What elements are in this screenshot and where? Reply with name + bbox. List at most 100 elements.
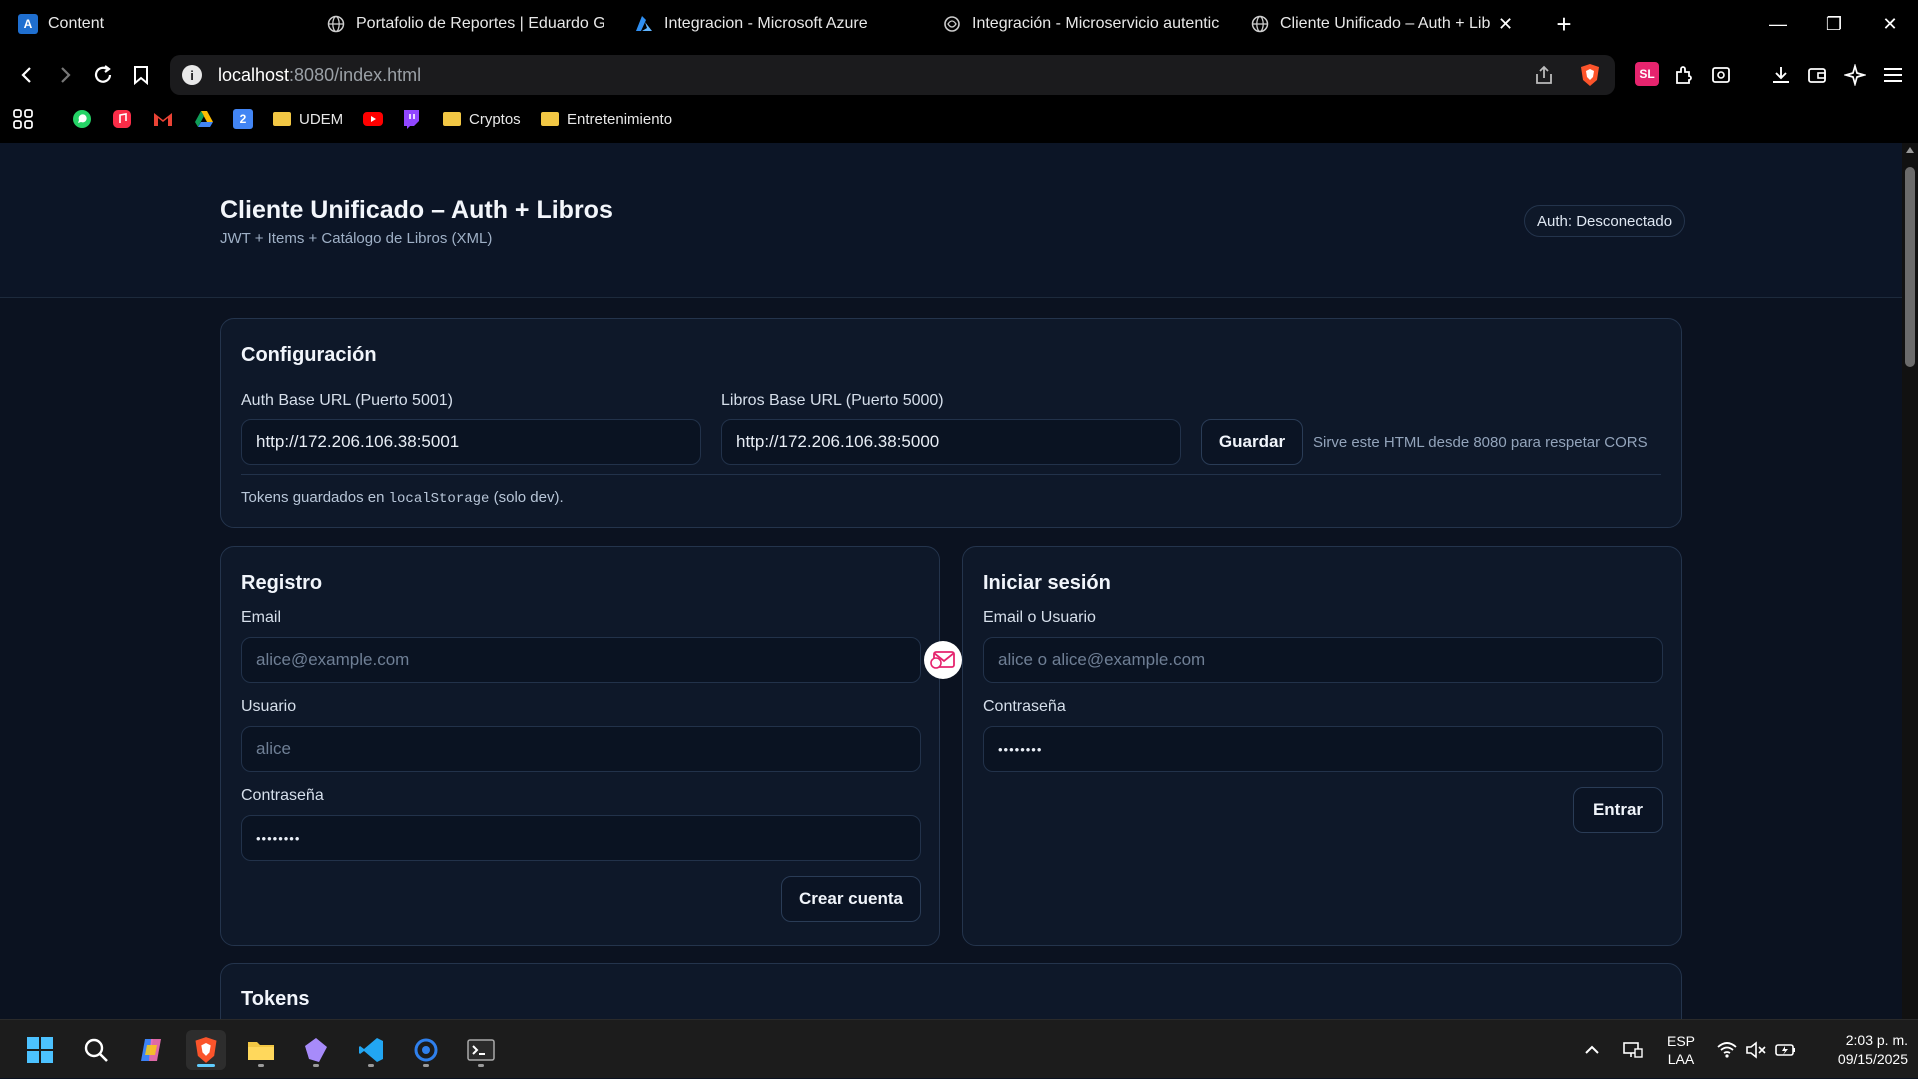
apps-grid-icon[interactable] [12, 106, 34, 132]
restore-button[interactable]: ❐ [1806, 0, 1862, 48]
address-bar-row: i localhost:8080/index.html SL [0, 50, 1918, 100]
libros-url-input[interactable]: http://172.206.106.38:5000 [721, 419, 1181, 465]
language-code: ESP [1667, 1032, 1696, 1049]
login-password-label: Contraseña [983, 698, 1066, 715]
running-indicator [423, 1064, 429, 1067]
youtube-icon[interactable] [362, 106, 384, 132]
google-drive-icon[interactable] [193, 106, 215, 132]
tab-cliente-unificado[interactable]: Cliente Unificado – Auth + Libros ✕ [1250, 0, 1526, 48]
folder-icon [273, 112, 291, 126]
login-user-input[interactable]: alice o alice@example.com [983, 637, 1663, 683]
bookmark-label: UDEM [299, 110, 344, 128]
minimize-button[interactable]: — [1750, 0, 1806, 48]
volume-muted-icon[interactable] [1745, 1020, 1767, 1079]
libros-url-label: Libros Base URL (Puerto 5000) [721, 392, 944, 409]
taskbar-brave-icon[interactable] [186, 1030, 226, 1070]
tab-title: Integración - Microservicio autentica… [972, 15, 1220, 32]
note-code: localStorage [388, 491, 490, 507]
wifi-icon[interactable] [1716, 1020, 1738, 1079]
extension-sl-icon[interactable]: SL [1635, 62, 1659, 86]
share-icon[interactable] [1533, 64, 1555, 91]
email-extension-icon[interactable] [924, 641, 962, 679]
config-card: Configuración Auth Base URL (Puerto 5001… [220, 318, 1682, 528]
tokens-storage-note: Tokens guardados en localStorage (solo d… [241, 489, 564, 507]
clock-date: 09/15/2025 [1837, 1050, 1908, 1067]
cors-note: Sirve este HTML desde 8080 para respetar… [1313, 434, 1648, 451]
terminal-icon[interactable] [461, 1030, 501, 1070]
back-button[interactable] [8, 56, 46, 94]
divider [241, 474, 1661, 475]
tab-title: Cliente Unificado – Auth + Libros [1280, 15, 1490, 32]
chatgpt-icon [942, 14, 962, 34]
reader-icon[interactable] [1702, 56, 1740, 94]
menu-icon[interactable] [1874, 56, 1912, 94]
login-card: Iniciar sesión Email o Usuario alice o a… [962, 546, 1682, 946]
bookmark-folder-cryptos[interactable]: Cryptos [443, 106, 521, 132]
file-explorer-icon[interactable] [241, 1030, 281, 1070]
running-indicator [258, 1064, 264, 1067]
brave-shields-icon[interactable] [1579, 63, 1601, 92]
tab-portafolio[interactable]: Portafolio de Reportes | Eduardo Gar… [326, 0, 604, 48]
bookmark-icon[interactable] [122, 56, 160, 94]
extensions-icon[interactable] [1665, 56, 1703, 94]
page-scrollbar[interactable] [1902, 143, 1918, 1019]
globe-icon [1250, 14, 1270, 34]
download-icon[interactable] [1762, 56, 1800, 94]
page-title: Cliente Unificado – Auth + Libros [220, 196, 613, 224]
create-account-button[interactable]: Crear cuenta [781, 876, 921, 922]
battery-charging-icon[interactable] [1775, 1020, 1797, 1079]
site-info-icon[interactable]: i [182, 65, 202, 85]
save-button[interactable]: Guardar [1201, 419, 1303, 465]
close-tab-icon[interactable]: ✕ [1498, 14, 1513, 35]
running-indicator [478, 1064, 484, 1067]
wallet-icon[interactable] [1798, 56, 1836, 94]
leo-ai-icon[interactable] [1836, 56, 1874, 94]
config-heading: Configuración [241, 344, 377, 366]
active-indicator [197, 1064, 215, 1067]
register-email-input[interactable]: alice@example.com [241, 637, 921, 683]
clock[interactable]: 2:03 p. m. 09/15/2025 [1812, 1020, 1908, 1079]
login-password-input[interactable]: •••••••• [983, 726, 1663, 772]
close-window-button[interactable]: ✕ [1862, 0, 1918, 48]
register-password-input[interactable]: •••••••• [241, 815, 921, 861]
apple-music-icon[interactable] [112, 106, 132, 132]
tab-integracion[interactable]: Integración - Microservicio autentica… [942, 0, 1220, 48]
tab-title: Integracion - Microsoft Azure [664, 15, 868, 32]
language-indicator[interactable]: ESP LAA [1667, 1020, 1695, 1079]
calendar-icon[interactable]: 2 [233, 106, 253, 132]
omnibox[interactable]: i localhost:8080/index.html [170, 55, 1615, 95]
gmail-icon[interactable] [152, 106, 174, 132]
login-user-label: Email o Usuario [983, 609, 1096, 626]
tab-content[interactable]: A Content [18, 0, 248, 48]
whatsapp-icon[interactable] [72, 106, 92, 132]
edge-app-icon[interactable] [406, 1030, 446, 1070]
auth-status-badge: Auth: Desconectado [1524, 205, 1686, 237]
windows-start-icon[interactable] [20, 1030, 60, 1070]
bookmark-folder-entretenimiento[interactable]: Entretenimiento [541, 106, 672, 132]
scrollbar-thumb[interactable] [1905, 167, 1915, 367]
register-user-input[interactable]: alice [241, 726, 921, 772]
bookmark-folder-udem[interactable]: UDEM [273, 106, 343, 132]
keyboard-layout: LAA [1667, 1050, 1695, 1067]
network-display-icon[interactable] [1622, 1020, 1644, 1079]
tokens-card: Tokens [220, 963, 1682, 1019]
register-heading: Registro [241, 572, 323, 594]
tray-overflow-chevron-icon[interactable] [1584, 1020, 1600, 1079]
new-tab-button[interactable]: + [1536, 0, 1592, 48]
reload-button[interactable] [84, 56, 122, 94]
app-header: Cliente Unificado – Auth + Libros JWT + … [0, 143, 1902, 298]
obsidian-icon[interactable] [296, 1030, 336, 1070]
scroll-up-arrow-icon[interactable] [1906, 147, 1914, 153]
vscode-icon[interactable] [351, 1030, 391, 1070]
copilot-icon[interactable] [131, 1030, 171, 1070]
tab-title: Portafolio de Reportes | Eduardo Gar… [356, 15, 604, 32]
auth-url-label: Auth Base URL (Puerto 5001) [241, 392, 453, 409]
auth-url-input[interactable]: http://172.206.106.38:5001 [241, 419, 701, 465]
windows-taskbar: ESP LAA 2:03 p. m. 09/15/2025 [0, 1019, 1918, 1078]
forward-button[interactable] [46, 56, 84, 94]
tokens-heading: Tokens [241, 988, 310, 1010]
search-icon[interactable] [76, 1030, 116, 1070]
login-button[interactable]: Entrar [1573, 787, 1663, 833]
twitch-icon[interactable] [402, 106, 420, 132]
tab-azure[interactable]: Integracion - Microsoft Azure [634, 0, 904, 48]
